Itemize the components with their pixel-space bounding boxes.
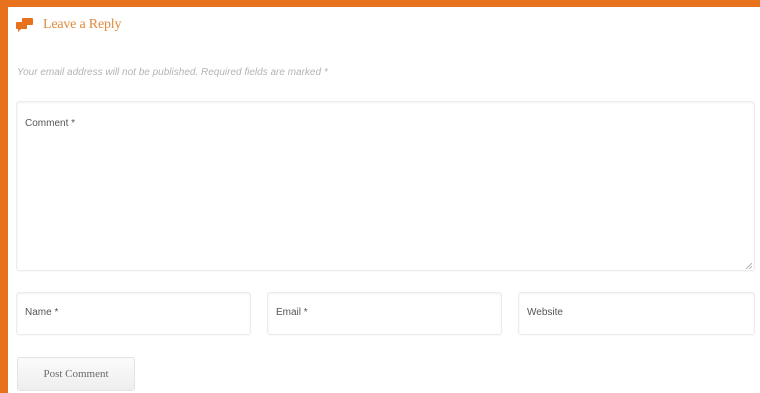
name-placeholder: Name *	[25, 307, 59, 318]
reply-title: Leave a Reply	[16, 15, 121, 35]
email-placeholder: Email *	[276, 307, 308, 318]
comment-form-panel: Leave a Reply Your email address will no…	[8, 7, 760, 393]
reply-title-text: Leave a Reply	[43, 17, 122, 32]
comment-placeholder: Comment *	[25, 118, 76, 129]
comments-icon	[16, 18, 34, 32]
name-field[interactable]: Name *	[16, 292, 251, 335]
website-field[interactable]: Website	[518, 292, 755, 335]
email-field[interactable]: Email *	[267, 292, 502, 335]
website-placeholder: Website	[527, 307, 563, 318]
comment-textarea[interactable]: Comment *	[16, 101, 755, 271]
post-comment-button[interactable]: Post Comment	[17, 357, 135, 391]
comment-notes: Your email address will not be published…	[17, 67, 328, 78]
resize-handle-icon[interactable]	[745, 261, 753, 270]
